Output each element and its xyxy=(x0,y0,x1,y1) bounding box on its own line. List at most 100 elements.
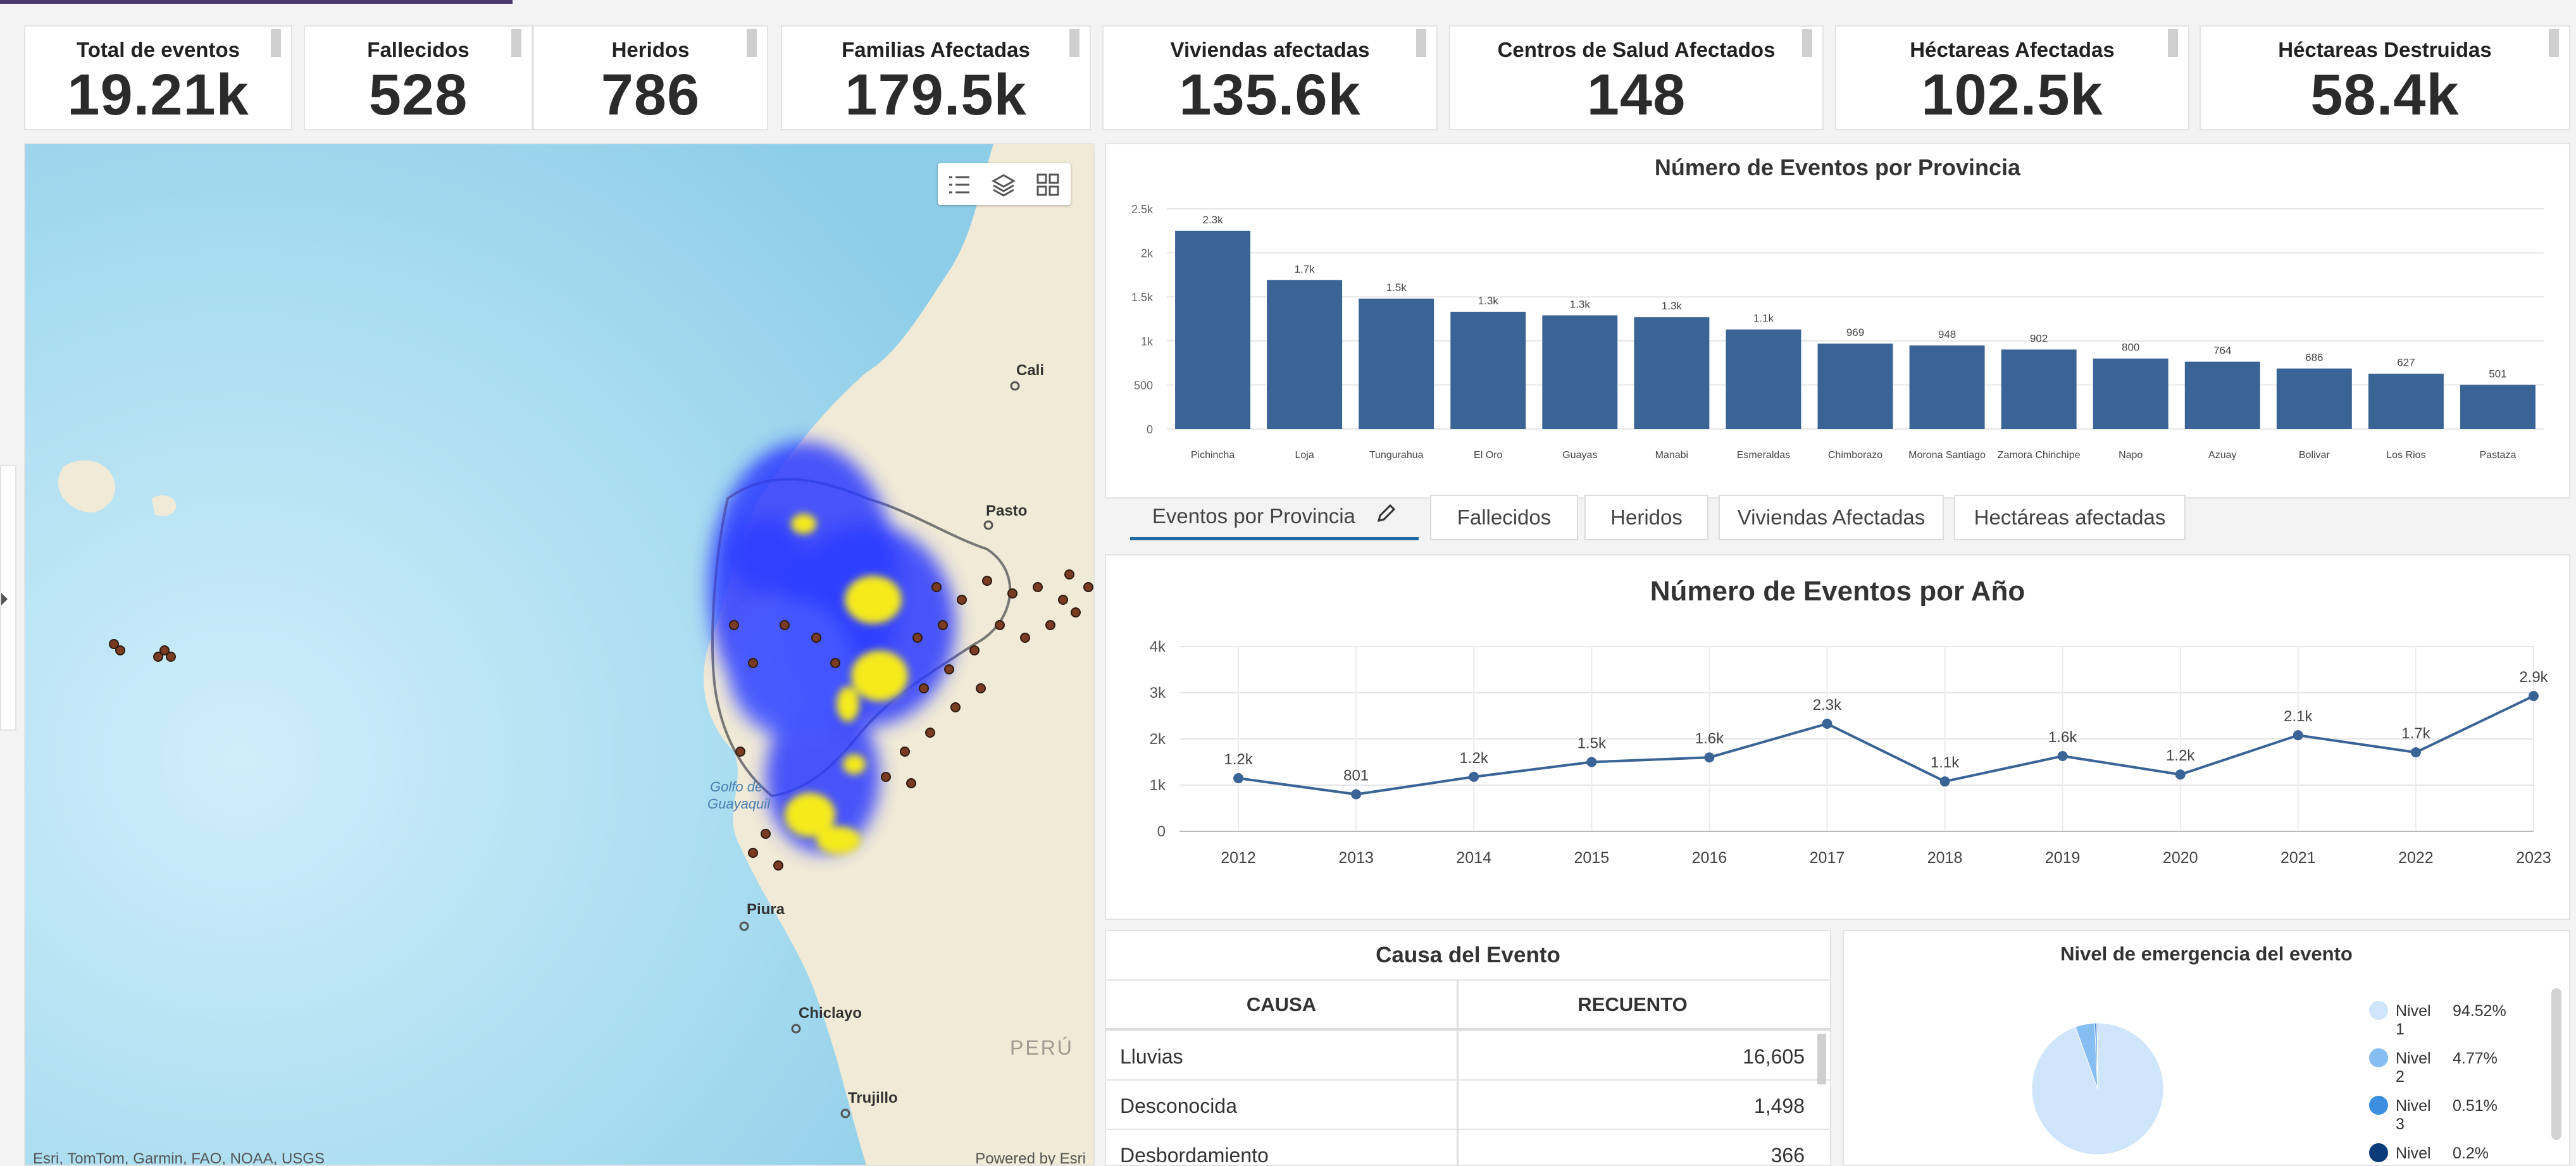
legend-swatch xyxy=(2369,1143,2388,1162)
map-label-guayaquil: Guayaquil xyxy=(707,796,771,812)
bar-data-label: 1.7k xyxy=(1295,263,1316,275)
basemap-gallery-icon[interactable] xyxy=(1035,172,1061,197)
bar-data-label: 627 xyxy=(2397,357,2415,369)
table-row[interactable]: Desconocida 1,498 xyxy=(1106,1079,1830,1129)
bar xyxy=(1542,315,1618,429)
data-point xyxy=(1586,757,1597,767)
bar-data-label: 948 xyxy=(1938,328,1956,340)
kpi-title: Total de eventos xyxy=(77,38,240,61)
cell-count: 366 xyxy=(1770,1144,1805,1166)
side-panel-handle[interactable] xyxy=(0,465,16,731)
edit-pencil-icon[interactable] xyxy=(1375,496,1397,539)
y-tick-label: 0 xyxy=(1157,823,1166,840)
x-tick-label: 2017 xyxy=(1810,849,1845,867)
tab-fallecidos[interactable]: Fallecidos xyxy=(1430,495,1578,540)
map-label-pasto: Pasto xyxy=(986,502,1028,519)
kpi-title: Héctareas Afectadas xyxy=(1910,38,2115,61)
y-tick-label: 2k xyxy=(1150,731,1166,748)
map-view[interactable]: Cali Pasto Golfo de Guayaquil Piura Chic… xyxy=(24,143,1095,1166)
x-tick-label: 2019 xyxy=(2045,849,2081,867)
map-toolbar xyxy=(938,163,1071,205)
legend-value: 0.51% xyxy=(2453,1097,2498,1115)
kpi-value: 528 xyxy=(368,63,468,127)
kpi-scrollbar[interactable] xyxy=(1416,29,1426,57)
x-tick-label: 2022 xyxy=(2398,849,2434,867)
kpi-scrollbar[interactable] xyxy=(511,29,521,57)
data-point xyxy=(2175,769,2186,780)
x-tick-label: 2015 xyxy=(1574,849,1609,867)
bar-data-label: 1.1k xyxy=(1753,313,1774,325)
x-tick-label: Manabi xyxy=(1655,450,1688,461)
legend-icon[interactable] xyxy=(947,172,972,197)
kpi-familias-afectadas: Familias Afectadas 179.5k xyxy=(781,25,1091,130)
bar-chart-title: Número de Eventos por Provincia xyxy=(1654,154,2021,180)
kpi-scrollbar[interactable] xyxy=(1802,29,1812,57)
bar-data-label: 764 xyxy=(2213,345,2231,357)
table-scrollbar[interactable] xyxy=(1817,1034,1826,1084)
legend-value: 0.2% xyxy=(2453,1144,2489,1162)
powered-by-esri[interactable]: Powered by Esri xyxy=(975,1150,1086,1165)
point-data-label: 2.3k xyxy=(1813,697,1842,714)
cell-cause: Desconocida xyxy=(1120,1095,1237,1117)
kpi-scrollbar[interactable] xyxy=(271,29,281,57)
bar-data-label: 1.5k xyxy=(1386,282,1407,294)
column-header-recuento[interactable]: RECUENTO xyxy=(1459,981,1807,1029)
legend-scrollbar[interactable] xyxy=(2551,988,2561,1140)
point-data-label: 1.2k xyxy=(2166,747,2195,764)
tab-heridos[interactable]: Heridos xyxy=(1584,495,1708,540)
kpi-title: Viviendas afectadas xyxy=(1170,38,1370,61)
x-tick-label: 2016 xyxy=(1692,849,1727,867)
data-point xyxy=(2410,747,2421,758)
point-data-label: 1.5k xyxy=(1577,735,1607,752)
kpi-hectareas-destruidas: Héctareas Destruidas 58.4k xyxy=(2200,25,2570,130)
layers-icon[interactable] xyxy=(991,172,1016,197)
column-header-causa[interactable]: CAUSA xyxy=(1106,981,1459,1029)
kpi-title: Héctareas Destruidas xyxy=(2278,38,2492,61)
bar xyxy=(1359,298,1434,429)
legend-label: Nivel 2 xyxy=(2396,1050,2431,1086)
x-tick-label: Esmeraldas xyxy=(1737,450,1790,461)
map-label-piura: Piura xyxy=(747,901,785,918)
bar xyxy=(1726,329,1801,429)
bar xyxy=(1909,345,1985,429)
bar xyxy=(2093,358,2168,429)
data-point xyxy=(1939,776,1950,787)
pie-legend: Nivel 1 94.52% Nivel 2 4.77% Nivel 3 0.5… xyxy=(2369,995,2534,1165)
kpi-scrollbar[interactable] xyxy=(1069,29,1080,57)
bar xyxy=(2276,368,2352,429)
kpi-value: 58.4k xyxy=(2310,63,2460,127)
tab-viviendas-afectadas[interactable]: Viviendas Afectadas xyxy=(1719,495,1944,540)
x-tick-label: 2023 xyxy=(2516,849,2551,867)
kpi-scrollbar[interactable] xyxy=(747,29,757,57)
y-tick-label: 2k xyxy=(1141,247,1154,260)
data-point xyxy=(1704,752,1715,763)
bar-data-label: 800 xyxy=(2122,342,2139,354)
cell-count: 16,605 xyxy=(1743,1045,1805,1068)
bar xyxy=(1817,344,1893,429)
point-data-label: 1.6k xyxy=(1695,730,1724,747)
table-row[interactable]: Desbordamiento 366 xyxy=(1106,1129,1830,1166)
bar xyxy=(2460,385,2536,429)
x-tick-label: 2013 xyxy=(1338,849,1374,867)
x-tick-label: Chimborazo xyxy=(1828,450,1882,461)
point-data-label: 1.7k xyxy=(2401,725,2430,742)
map-label-trujillo: Trujillo xyxy=(848,1089,898,1107)
x-tick-label: 2021 xyxy=(2280,849,2316,867)
tab-hectareas-afectadas[interactable]: Hectáreas afectadas xyxy=(1954,495,2186,540)
line-chart-panel: Número de Eventos por Año 0 1k 2k 3k 4k 1.2k 2… xyxy=(1105,554,2570,920)
data-point xyxy=(2529,691,2539,702)
data-point xyxy=(1822,718,1832,729)
bar xyxy=(2001,349,2077,429)
tab-eventos-provincia[interactable]: Eventos por Provincia xyxy=(1130,495,1419,540)
map-attribution[interactable]: Esri, TomTom, Garmin, FAO, NOAA, USGS xyxy=(33,1150,325,1165)
map-canvas[interactable] xyxy=(25,144,1095,1166)
legend-value: 94.52% xyxy=(2453,1002,2506,1020)
series-line xyxy=(1238,695,2534,796)
bar-data-label: 501 xyxy=(2489,368,2506,380)
map-label-peru: PERÚ xyxy=(1010,1036,1074,1059)
kpi-scrollbar[interactable] xyxy=(2168,29,2178,57)
table-row[interactable]: Lluvias 16,605 xyxy=(1106,1030,1830,1079)
legend-label: Nivel 3 xyxy=(2396,1097,2431,1133)
point-data-label: 1.2k xyxy=(1224,751,1253,768)
kpi-scrollbar[interactable] xyxy=(2549,29,2559,57)
